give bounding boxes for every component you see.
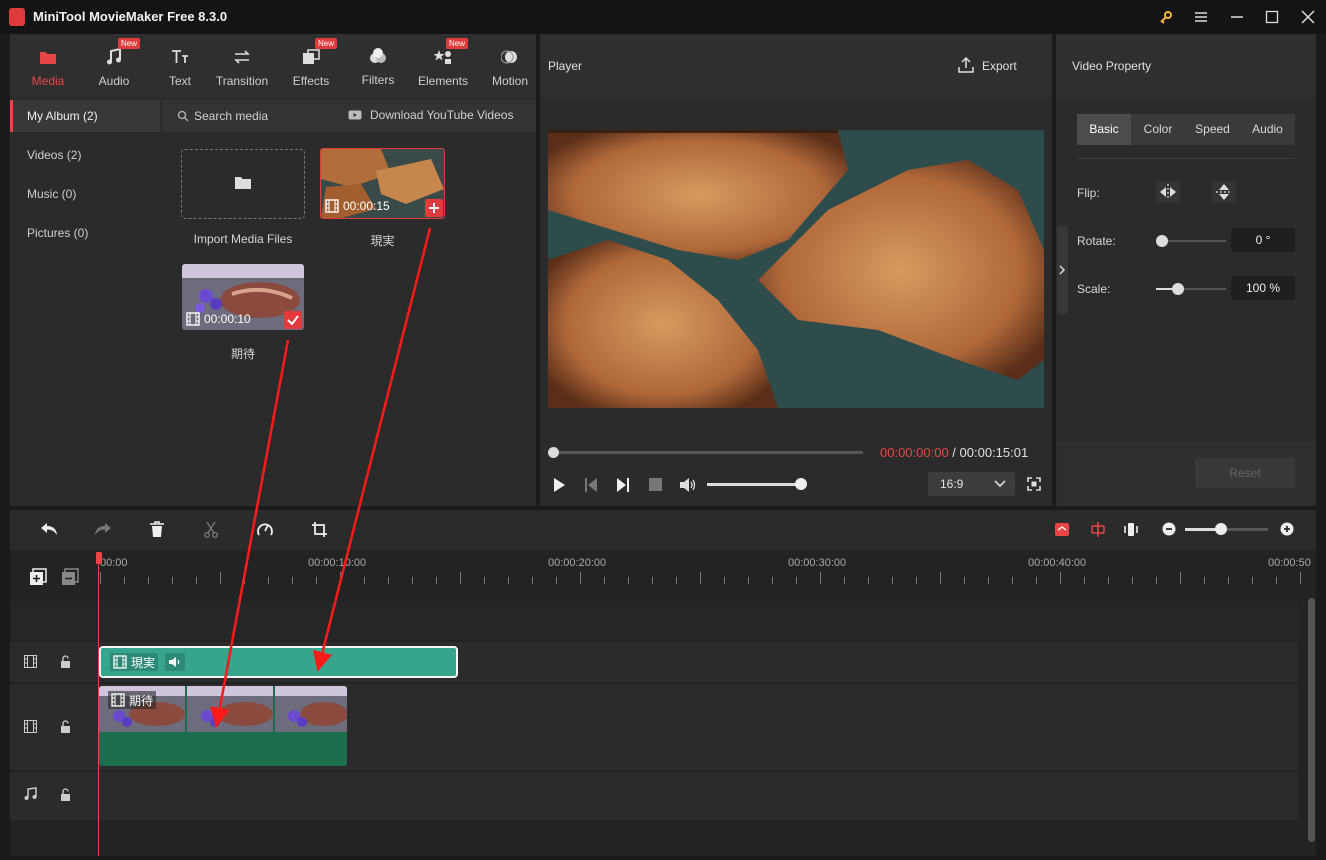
annotation-arrow <box>312 227 432 672</box>
annotation-arrow <box>209 339 290 728</box>
annotation-arrows <box>209 227 432 728</box>
